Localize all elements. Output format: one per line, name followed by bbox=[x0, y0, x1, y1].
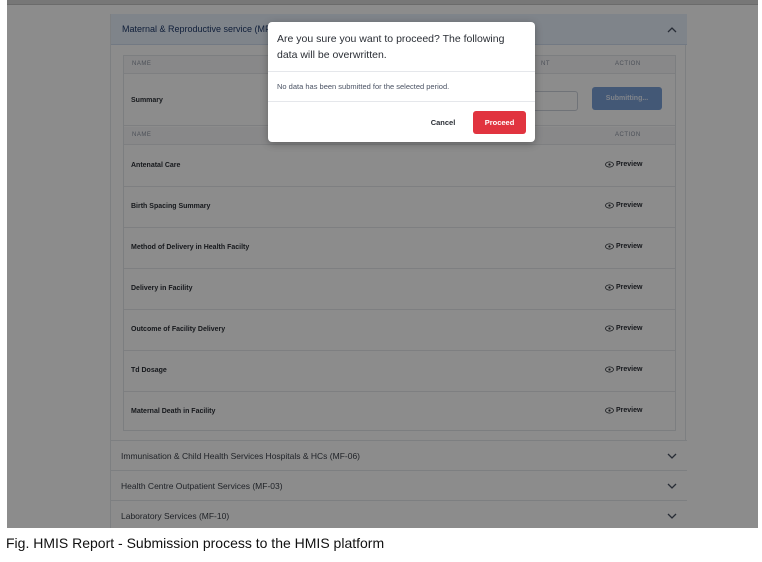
cancel-button[interactable]: Cancel bbox=[424, 112, 462, 134]
confirm-dialog: Are you sure you want to proceed? The fo… bbox=[268, 22, 535, 142]
app-screen: Maternal & Reproductive service (MF-0 NA… bbox=[7, 0, 758, 528]
dialog-title: Are you sure you want to proceed? The fo… bbox=[277, 33, 505, 61]
dialog-message: No data has been submitted for the selec… bbox=[277, 82, 450, 91]
divider bbox=[268, 101, 535, 102]
figure-caption: Fig. HMIS Report - Submission process to… bbox=[6, 535, 385, 551]
divider bbox=[268, 71, 535, 72]
proceed-button[interactable]: Proceed bbox=[473, 111, 526, 134]
